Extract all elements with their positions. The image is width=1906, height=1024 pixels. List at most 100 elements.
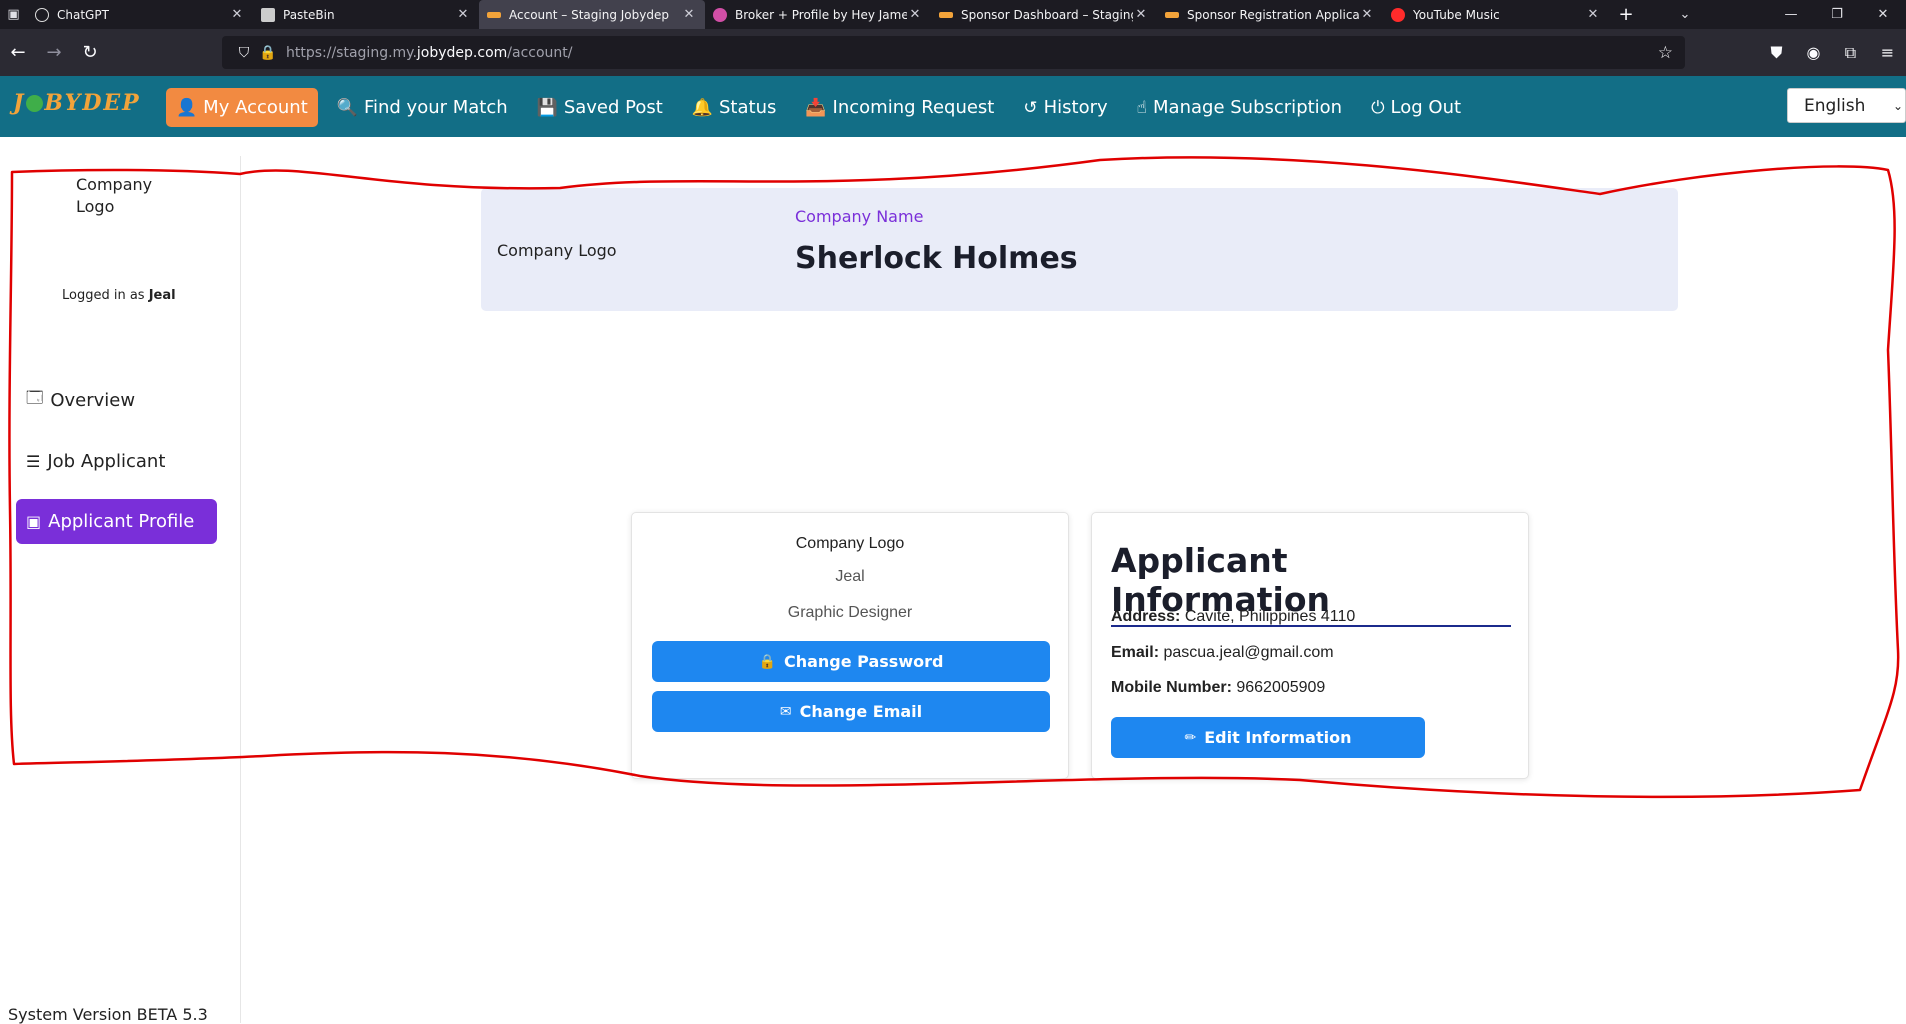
url-text[interactable]: https://staging.my.jobydep.com/account/ — [286, 45, 573, 61]
pastebin-favicon-icon — [261, 7, 275, 22]
tab-overflow-chevron-icon[interactable]: ⌄ — [1662, 0, 1708, 29]
menu-saved-post[interactable]: 💾 Saved Post — [527, 88, 673, 127]
close-icon[interactable]: ✕ — [229, 7, 245, 22]
menu-my-account[interactable]: 👤 My Account — [166, 88, 318, 127]
sidebar: Company Logo Logged in as Jeal 🗔 Overvie… — [0, 156, 241, 1024]
profile-name: Jeal — [835, 568, 865, 585]
menu-label: Manage Subscription — [1153, 97, 1343, 118]
browser-tab[interactable]: Sponsor Dashboard – Staging Jo ✕ — [931, 0, 1157, 29]
tab-title: Account – Staging Jobydep — [509, 7, 669, 22]
browser-tab-bar: ▣ ChatGPT ✕ PasteBin ✕ Account – Staging… — [0, 0, 1906, 29]
address-bar[interactable]: ⛉ 🔒 https://staging.my.jobydep.com/accou… — [222, 36, 1685, 69]
url-prefix: https://staging.my. — [286, 44, 417, 61]
address-label: Address: — [1111, 608, 1181, 625]
inbox-icon: 📥 — [805, 97, 827, 118]
change-email-button[interactable]: ✉ Change Email — [652, 691, 1050, 732]
logged-in-text: Logged in as Jeal — [62, 288, 176, 303]
pencil-icon: ✏ — [1184, 729, 1197, 746]
restore-icon[interactable]: ❐ — [1814, 0, 1860, 29]
sidebar-item-applicant-profile[interactable]: ▣ Applicant Profile — [16, 499, 217, 544]
bell-icon: 🔔 — [691, 97, 713, 118]
logo-text-end: BYDEP — [44, 90, 141, 116]
browser-tab[interactable]: ChatGPT ✕ — [27, 0, 253, 29]
menu-manage-subscription[interactable]: ☝ Manage Subscription — [1127, 88, 1352, 127]
menu-label: Saved Post — [563, 97, 663, 118]
shield-icon[interactable]: ⛉ — [232, 45, 256, 61]
lock-icon[interactable]: 🔒 — [256, 45, 280, 61]
jobydep-logo[interactable]: J BYDEP — [13, 90, 141, 116]
browser-tab-active[interactable]: Account – Staging Jobydep ✕ — [479, 0, 705, 29]
logo-text-start: J — [13, 90, 26, 116]
close-icon[interactable]: ✕ — [681, 7, 697, 22]
sidebar-item-overview[interactable]: 🗔 Overview — [16, 378, 217, 423]
logged-in-prefix: Logged in as — [62, 288, 145, 303]
profile-company-logo: Company Logo — [795, 535, 905, 552]
list-icon: ☰ — [26, 452, 41, 471]
change-email-label: Change Email — [799, 702, 923, 721]
company-name-label: Company Name — [795, 207, 924, 226]
language-value: English — [1804, 95, 1866, 116]
menu-log-out[interactable]: ⏻ Log Out — [1361, 88, 1471, 127]
close-icon[interactable]: ✕ — [1133, 7, 1149, 22]
browser-tab[interactable]: YouTube Music ✕ — [1383, 0, 1609, 29]
tab-title: PasteBin — [283, 7, 335, 22]
edit-information-button[interactable]: ✏ Edit Information — [1111, 717, 1425, 758]
sidebar-item-label: Job Applicant — [47, 451, 166, 472]
window-close-icon[interactable]: ✕ — [1860, 0, 1906, 29]
chevron-down-icon: ⌄ — [1892, 98, 1903, 113]
language-select[interactable]: English ⌄ — [1787, 88, 1906, 123]
forward-arrow-icon[interactable]: → — [36, 35, 72, 71]
change-password-button[interactable]: 🔒 Change Password — [652, 641, 1050, 682]
account-icon[interactable]: ◉ — [1795, 43, 1832, 62]
close-icon[interactable]: ✕ — [1585, 7, 1601, 22]
menu-history[interactable]: ↺ History — [1013, 88, 1117, 127]
browser-tab[interactable]: PasteBin ✕ — [253, 0, 479, 29]
close-icon[interactable]: ✕ — [907, 7, 923, 22]
url-path: /account/ — [507, 44, 573, 61]
save-icon: 💾 — [536, 97, 558, 118]
bookmark-star-icon[interactable]: ☆ — [1658, 43, 1673, 63]
new-tab-icon[interactable]: + — [1609, 0, 1643, 29]
tab-title: Sponsor Registration Applicant — [1187, 7, 1359, 22]
url-domain: jobydep.com — [416, 44, 508, 61]
menu-find-your-match[interactable]: 🔍 Find your Match — [327, 88, 518, 127]
edit-information-label: Edit Information — [1204, 728, 1352, 747]
menu-label: My Account — [203, 97, 308, 118]
extensions-icon[interactable]: ⧉ — [1832, 43, 1869, 63]
jobydep-favicon-icon — [487, 11, 501, 18]
pocket-icon[interactable]: ⛊ — [1758, 43, 1795, 63]
company-name-value: Sherlock Holmes — [795, 241, 1078, 276]
power-icon: ⏻ — [1371, 97, 1385, 118]
sidebar-item-label: Applicant Profile — [48, 511, 195, 532]
profile-card: Company Logo Jeal Graphic Designer 🔒 Cha… — [631, 512, 1069, 779]
search-icon: 🔍 — [336, 97, 358, 118]
minimize-icon[interactable]: — — [1768, 0, 1814, 29]
menu-label: Find your Match — [363, 97, 508, 118]
envelope-icon: ✉ — [779, 703, 792, 720]
browser-nav-bar: ← → ↻ ⛉ 🔒 https://staging.my.jobydep.com… — [0, 29, 1906, 76]
menu-label: Incoming Request — [832, 97, 995, 118]
sidebar-item-job-applicant[interactable]: ☰ Job Applicant — [16, 439, 217, 484]
browser-tab[interactable]: Broker + Profile by Hey James! c ✕ — [705, 0, 931, 29]
menu-status[interactable]: 🔔 Status — [682, 88, 787, 127]
main-menu: 👤 My Account 🔍 Find your Match 💾 Saved Post… — [166, 88, 1480, 127]
tab-title: Broker + Profile by Hey James! c — [735, 7, 907, 22]
browser-tab[interactable]: Sponsor Registration Applicant ✕ — [1157, 0, 1383, 29]
email-value: pascua.jeal@gmail.com — [1163, 644, 1334, 661]
sidebar-company-logo: Company Logo — [76, 175, 153, 216]
tab-bar-spacer — [1643, 0, 1662, 29]
globe-icon — [26, 95, 44, 112]
back-arrow-icon[interactable]: ← — [0, 35, 36, 71]
lock-icon: 🔒 — [758, 653, 776, 670]
profile-icon: ▣ — [26, 512, 42, 531]
tab-list-icon[interactable]: ▣ — [0, 0, 27, 29]
menu-icon[interactable]: ≡ — [1869, 43, 1906, 62]
jobydep-favicon-icon — [1165, 11, 1179, 18]
menu-incoming-request[interactable]: 📥 Incoming Request — [795, 88, 1004, 127]
tab-title: YouTube Music — [1413, 7, 1500, 22]
close-icon[interactable]: ✕ — [455, 7, 471, 22]
reload-icon[interactable]: ↻ — [72, 35, 108, 71]
dashboard-icon: 🗔 — [26, 388, 44, 407]
close-icon[interactable]: ✕ — [1359, 7, 1375, 22]
logged-in-user: Jeal — [148, 288, 176, 303]
